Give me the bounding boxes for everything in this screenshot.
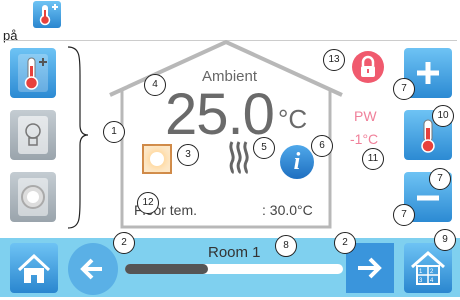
room-name: Room 1 bbox=[208, 244, 261, 261]
brace-line bbox=[67, 46, 89, 229]
callout-8: 8 bbox=[275, 235, 297, 257]
thermometer-add-icon bbox=[33, 1, 61, 28]
pw-label: PW bbox=[354, 108, 377, 124]
callout-2b: 2 bbox=[334, 232, 356, 254]
home-button[interactable] bbox=[10, 243, 58, 293]
callout-11: 11 bbox=[362, 148, 384, 170]
temperature-unit: °C bbox=[278, 104, 308, 134]
lock-button[interactable] bbox=[352, 51, 384, 83]
callout-5: 5 bbox=[253, 137, 275, 159]
callout-7b: 7 bbox=[429, 168, 451, 190]
pw-offset: -1°C bbox=[350, 131, 379, 147]
lock-icon bbox=[361, 55, 375, 77]
callout-10: 10 bbox=[432, 105, 454, 127]
callout-3: 3 bbox=[177, 144, 199, 166]
lightbulb-icon bbox=[18, 116, 48, 154]
thermometer-add-icon bbox=[18, 54, 48, 92]
home-icon bbox=[17, 253, 51, 283]
room-progress-fill bbox=[125, 264, 208, 274]
floor-temp-value: : 30.0°C bbox=[262, 202, 313, 218]
room-progress-track bbox=[125, 264, 343, 274]
light-mode-button[interactable] bbox=[10, 110, 56, 160]
callout-7: 7 bbox=[393, 78, 415, 100]
callout-6: 6 bbox=[311, 135, 333, 157]
callout-4: 4 bbox=[144, 74, 166, 96]
info-button[interactable]: i bbox=[280, 145, 314, 179]
heating-mode-button[interactable] bbox=[10, 48, 56, 98]
arrow-left-icon bbox=[80, 258, 102, 280]
next-room-button[interactable] bbox=[346, 243, 394, 293]
arrow-right-icon bbox=[358, 257, 382, 279]
callout-12: 12 bbox=[137, 192, 159, 214]
callout-9: 9 bbox=[434, 229, 456, 251]
heating-indicator bbox=[142, 144, 172, 174]
callout-2: 2 bbox=[113, 232, 135, 254]
info-icon: i bbox=[293, 149, 301, 175]
svg-text:2: 2 bbox=[430, 269, 434, 275]
floor-heating-icon bbox=[229, 141, 249, 174]
callout-7c: 7 bbox=[393, 204, 415, 226]
circle-icon bbox=[18, 178, 48, 216]
off-mode-button[interactable] bbox=[10, 172, 56, 222]
svg-text:1: 1 bbox=[419, 269, 423, 275]
callout-13: 13 bbox=[323, 49, 345, 71]
previous-room-button[interactable] bbox=[68, 243, 118, 295]
callout-1: 1 bbox=[103, 121, 125, 143]
